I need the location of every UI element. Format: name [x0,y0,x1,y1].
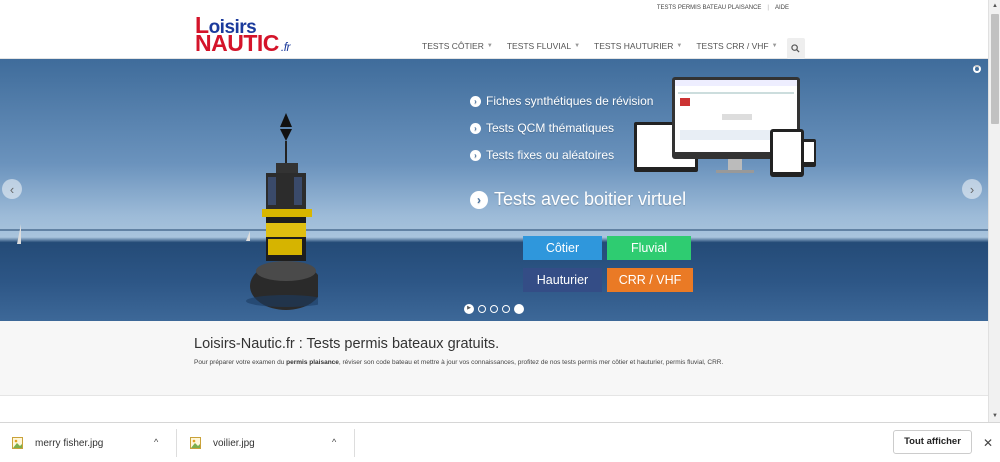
main-nav: TESTS CÔTIER ▼ TESTS FLUVIAL ▼ TESTS HAUTU… [415,38,805,59]
crr-vhf-button[interactable]: CRR / VHF [607,268,693,292]
link-tests-permis[interactable]: TESTS PERMIS BATEAU PLAISANCE [657,5,762,11]
devices-image [634,77,816,177]
chevron-right-icon: › [969,181,975,197]
slider-dot[interactable] [478,305,486,313]
top-links: TESTS PERMIS BATEAU PLAISANCE | AIDE [657,5,789,11]
chevron-right-circle-icon: › [470,95,481,107]
download-bar: merry fisher.jpg ^ voilier.jpg ^ Tout af… [0,422,1000,462]
chevron-right-circle-icon: › [470,190,488,209]
caret-down-icon: ▼ [676,43,683,49]
divider [176,429,177,457]
hero-slider: › Fiches synthétiques de révision › Tests … [0,59,988,321]
slider-next-button[interactable]: › [962,179,982,199]
page-title: Loisirs-Nautic.fr : Tests permis bateaux… [194,336,500,352]
nav-tests-hauturier[interactable]: TESTS HAUTURIER ▼ [587,38,689,59]
nav-tests-crr-vhf[interactable]: TESTS CRR / VHF ▼ [689,38,784,59]
vertical-scrollbar[interactable]: ▲ ▼ [988,0,1000,422]
caret-down-icon: ▼ [486,43,493,49]
image-file-icon [12,437,23,449]
feature-item-main: › Tests avec boitier virtuel [470,189,686,210]
chevron-right-circle-icon: › [470,149,481,161]
scroll-thumb[interactable] [991,14,999,124]
download-item[interactable]: voilier.jpg [190,423,255,462]
search-button[interactable] [786,38,805,59]
slider-pagination: ▶ [464,304,524,314]
fluvial-button[interactable]: Fluvial [607,236,691,260]
horizon [0,229,988,231]
feature-item: › Tests QCM thématiques [470,121,653,135]
intro-text: Pour préparer votre examen du permis pla… [194,359,724,366]
site-header: Loisirs NAUTIC .fr TESTS PERMIS BATEAU PL… [0,0,988,59]
nav-tests-cotier[interactable]: TESTS CÔTIER ▼ [415,38,500,59]
buoy-image [246,113,318,310]
link-aide[interactable]: AIDE [775,5,789,11]
show-all-button[interactable]: Tout afficher [893,430,972,454]
download-filename: voilier.jpg [213,437,255,449]
chevron-up-icon[interactable]: ^ [154,437,158,447]
slider-prev-button[interactable]: ‹ [2,179,22,199]
slider-dot[interactable] [502,305,510,313]
caret-down-icon: ▼ [574,43,581,49]
hauturier-button[interactable]: Hauturier [523,268,602,292]
chevron-right-circle-icon: › [470,122,481,134]
scroll-up-arrow-icon[interactable]: ▲ [989,0,1000,12]
feature-list: › Fiches synthétiques de révision › Tests … [470,94,653,175]
intro-section: Loisirs-Nautic.fr : Tests permis bateaux… [0,321,988,396]
search-icon [791,44,800,53]
chevron-up-icon[interactable]: ^ [332,437,336,447]
loading-spinner-icon [973,65,981,73]
pause-icon[interactable] [514,304,524,314]
feature-item: › Tests fixes ou aléatoires [470,148,653,162]
download-item[interactable]: merry fisher.jpg [12,423,103,462]
scroll-down-arrow-icon[interactable]: ▼ [989,410,1000,422]
separator: | [767,5,769,11]
chevron-left-icon: ‹ [9,181,15,197]
feature-item: › Fiches synthétiques de révision [470,94,653,108]
cotier-button[interactable]: Côtier [523,236,602,260]
slider-dot[interactable] [490,305,498,313]
divider [354,429,355,457]
sailboat-image [17,224,21,244]
caret-down-icon: ▼ [771,43,778,49]
play-icon[interactable]: ▶ [464,304,474,314]
image-file-icon [190,437,201,449]
close-icon[interactable]: ✕ [983,436,993,450]
download-filename: merry fisher.jpg [35,437,104,449]
nav-tests-fluvial[interactable]: TESTS FLUVIAL ▼ [500,38,587,59]
site-logo[interactable]: Loisirs NAUTIC .fr [195,12,305,56]
